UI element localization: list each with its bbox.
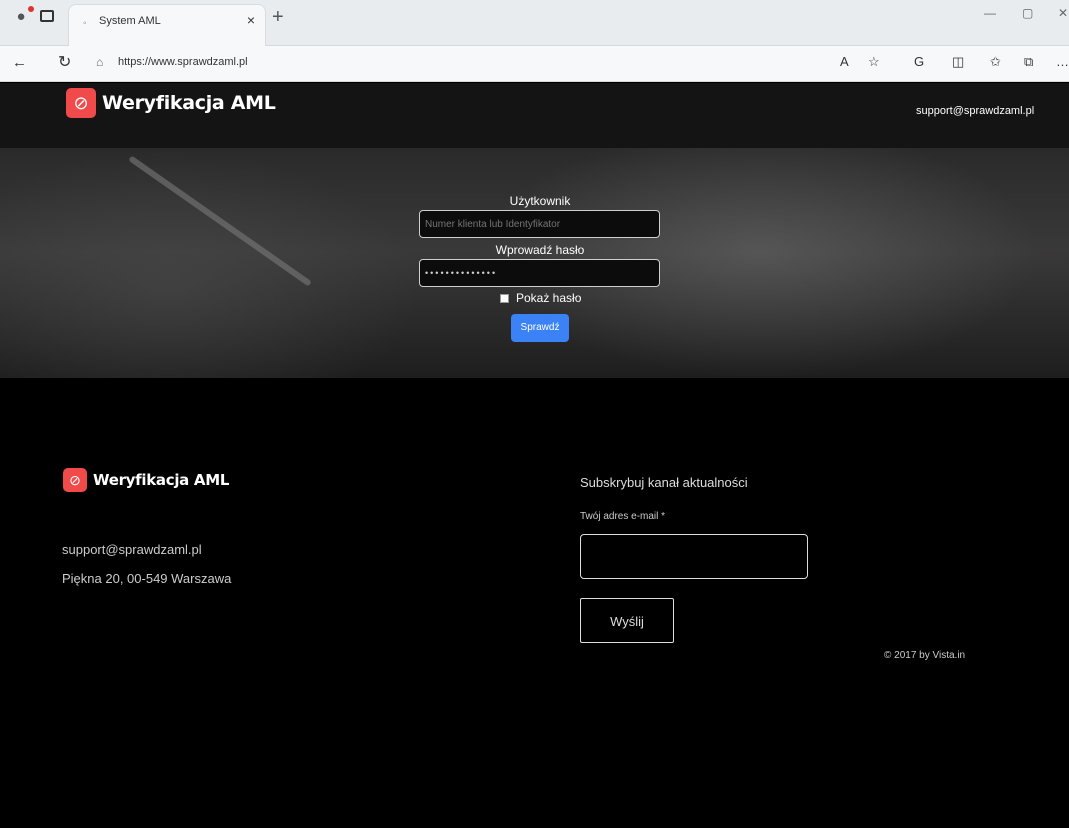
password-input[interactable]: •••••••••••••• <box>419 259 660 287</box>
show-password-row[interactable]: Pokaż hasło <box>500 291 581 305</box>
address-bar-row: ← ↻ ⌂ https://www.sprawdzaml.pl A ☆ G ◫ … <box>0 46 1069 82</box>
tab-title: System AML <box>99 15 161 27</box>
tab-close-icon[interactable]: × <box>247 12 255 28</box>
submit-button[interactable]: Sprawdź <box>511 314 569 342</box>
window-minimize-icon[interactable]: — <box>984 6 996 20</box>
tab-favicon-icon: ◦ <box>83 18 87 29</box>
password-label: Wprowadź hasło <box>495 243 585 257</box>
username-input[interactable] <box>419 210 660 238</box>
browser-titlebar: ● ◦ System AML × + — ▢ ✕ <box>0 0 1069 46</box>
back-icon[interactable]: ← <box>12 54 27 71</box>
more-icon[interactable]: … <box>1056 54 1069 69</box>
login-hero: Użytkownik Wprowadź hasło ••••••••••••••… <box>0 148 1069 378</box>
web-page: ⊘ Weryfikacja AML support@sprawdzaml.pl … <box>0 83 1069 828</box>
hero-image-left <box>0 148 420 378</box>
tab-actions-icon[interactable] <box>40 10 54 22</box>
notification-dot <box>28 6 34 12</box>
subscribe-email-input[interactable] <box>580 534 808 579</box>
new-tab-icon[interactable]: + <box>272 6 284 29</box>
window-close-icon[interactable]: ✕ <box>1058 6 1068 20</box>
footer-address: Piękna 20, 00-549 Warszawa <box>62 571 232 586</box>
read-aloud-icon[interactable]: A <box>840 54 849 69</box>
window-maximize-icon[interactable]: ▢ <box>1022 6 1033 20</box>
collections-icon[interactable]: ⧉ <box>1024 54 1033 70</box>
favorite-star-icon[interactable]: ☆ <box>868 54 880 70</box>
username-label: Użytkownik <box>509 194 571 208</box>
footer-logo-badge-icon: ⊘ <box>63 468 87 492</box>
split-screen-icon[interactable]: ◫ <box>952 54 964 70</box>
show-password-checkbox[interactable] <box>500 293 509 303</box>
subscribe-title: Subskrybuj kanał aktualności <box>580 475 748 490</box>
footer-email[interactable]: support@sprawdzaml.pl <box>62 542 202 557</box>
url-text[interactable]: https://www.sprawdzaml.pl <box>118 56 248 68</box>
header-support-email[interactable]: support@sprawdzaml.pl <box>916 105 1034 117</box>
subscribe-email-label: Twój adres e-mail * <box>580 511 666 522</box>
favorites-icon[interactable]: ✩ <box>990 54 1001 70</box>
site-header: ⊘ Weryfikacja AML support@sprawdzaml.pl <box>0 83 1069 148</box>
footer-logo-text: Weryfikacja AML <box>93 471 230 489</box>
show-password-label[interactable]: Pokaż hasło <box>516 291 581 305</box>
lock-icon[interactable]: ⌂ <box>96 55 103 69</box>
site-logo[interactable]: ⊘ Weryfikacja AML <box>66 88 276 118</box>
logo-badge-icon: ⊘ <box>66 88 96 118</box>
footer-logo[interactable]: ⊘ Weryfikacja AML <box>63 468 229 492</box>
browser-tab[interactable]: ◦ System AML × <box>68 4 266 46</box>
send-button[interactable]: Wyślij <box>580 598 674 643</box>
copyright-text: © 2017 by Vista.in <box>884 650 966 661</box>
reload-icon[interactable]: ↻ <box>58 52 71 72</box>
logo-text: Weryfikacja AML <box>102 92 276 114</box>
url-field[interactable]: ⌂ https://www.sprawdzaml.pl <box>86 51 836 75</box>
copilot-icon[interactable]: G <box>914 54 924 69</box>
